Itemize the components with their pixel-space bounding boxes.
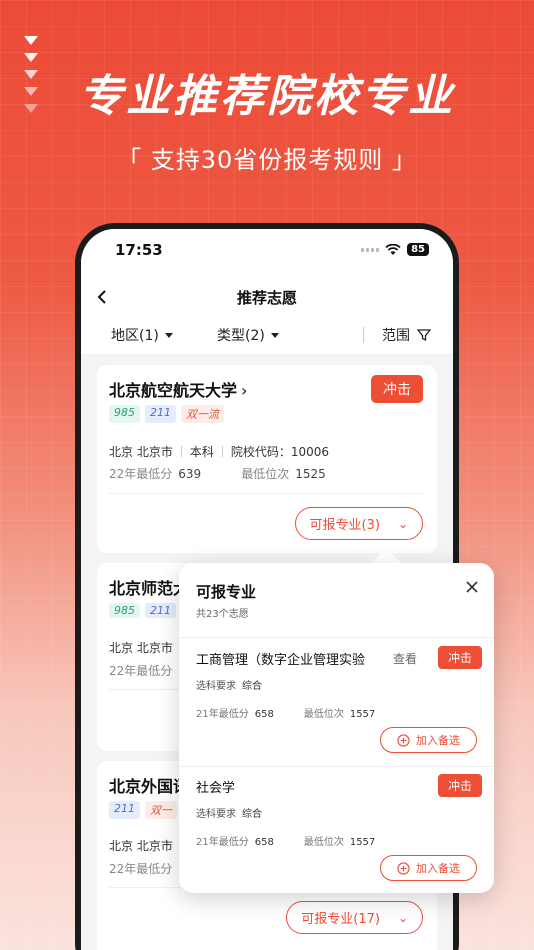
chevron-down-icon: ⌄ xyxy=(397,910,408,925)
page-title: 推荐志愿 xyxy=(236,289,297,307)
chevron-right-icon: › xyxy=(241,381,248,400)
university-name[interactable]: 北京航空航天大学 › xyxy=(109,377,247,401)
add-to-backup-button[interactable]: 加入备选 xyxy=(380,855,477,881)
university-scores: 22年最低分 xyxy=(109,862,173,876)
filter-range[interactable]: 范围 xyxy=(382,325,432,345)
university-scores: 22年最低分 xyxy=(109,664,173,678)
signal-icon xyxy=(361,247,380,252)
available-majors-button[interactable]: 可报专业(17) ⌄ xyxy=(286,901,423,934)
chevron-down-icon: ⌄ xyxy=(397,516,408,531)
major-name[interactable]: 工商管理（数字企业管理实验 xyxy=(196,649,376,668)
view-link[interactable]: 查看 xyxy=(393,650,417,667)
tag-list: 985 211 xyxy=(109,603,176,618)
filter-region[interactable]: 地区(1) xyxy=(111,325,173,345)
tag-double-first-class: 双一 xyxy=(145,801,177,819)
filter-bar: 地区(1) 类型(2) 范围 xyxy=(81,321,453,355)
university-info: 北京 北京市 xyxy=(109,839,173,853)
caret-down-icon xyxy=(270,332,279,338)
majors-popup: 可报专业 共23个志愿 工商管理（数字企业管理实验 查看 冲击 选科要求 综合 2… xyxy=(179,563,494,893)
wifi-icon xyxy=(385,243,401,255)
tag-211: 211 xyxy=(109,801,140,819)
tag-211: 211 xyxy=(145,405,176,423)
major-name[interactable]: 社会学 xyxy=(196,777,376,796)
rush-badge[interactable]: 冲击 xyxy=(437,646,482,669)
popup-subtitle: 共23个志愿 xyxy=(196,609,249,620)
status-icons: 85 xyxy=(361,243,429,256)
status-bar: 17:53 85 xyxy=(81,229,453,279)
caret-down-icon xyxy=(164,332,173,338)
nav-bar: 推荐志愿 xyxy=(81,279,453,321)
filter-type-label: 类型(2) xyxy=(217,328,265,344)
filter-region-label: 地区(1) xyxy=(111,328,159,344)
filter-range-label: 范围 xyxy=(382,328,410,344)
promo-subline: 「 支持30省份报考规则 」 xyxy=(117,146,417,174)
subject-requirement: 选科要求 综合 xyxy=(196,681,262,692)
major-scores: 21年最低分 658 最低位次 1557 xyxy=(196,837,376,848)
university-info: 北京 北京市 本科 院校代码：10006 xyxy=(109,445,330,459)
popup-divider xyxy=(179,766,494,767)
rush-badge[interactable]: 冲击 xyxy=(371,375,423,403)
popup-title: 可报专业 xyxy=(196,583,257,601)
plus-circle-icon xyxy=(397,733,410,747)
subject-requirement: 选科要求 综合 xyxy=(196,809,262,820)
university-info: 北京 北京市 xyxy=(109,641,173,655)
status-time: 17:53 xyxy=(115,241,163,259)
popup-pointer xyxy=(370,548,402,564)
funnel-icon xyxy=(416,329,432,342)
university-name[interactable]: 北京师范大 xyxy=(109,575,189,599)
tag-985: 985 xyxy=(109,603,140,618)
card-divider xyxy=(109,493,425,494)
battery-icon: 85 xyxy=(407,243,429,256)
tag-211: 211 xyxy=(145,603,176,618)
add-to-backup-button[interactable]: 加入备选 xyxy=(380,727,477,753)
tag-list: 211 双一 xyxy=(109,801,177,819)
university-card[interactable]: 北京航空航天大学 › 冲击 985 211 双一流 北京 北京市 本科 院校代码：… xyxy=(97,365,437,553)
university-name[interactable]: 北京外国语 xyxy=(109,773,189,797)
popup-divider xyxy=(179,637,494,638)
major-scores: 21年最低分 658 最低位次 1557 xyxy=(196,709,376,720)
arrow-icon xyxy=(24,36,38,45)
filter-type[interactable]: 类型(2) xyxy=(217,325,279,345)
filter-divider xyxy=(363,327,364,343)
close-icon[interactable] xyxy=(464,579,480,595)
promo-headline: 专业推荐院校专业 xyxy=(79,71,455,122)
tag-985: 985 xyxy=(109,405,140,423)
university-scores: 22年最低分 639 最低位次 1525 xyxy=(109,467,326,481)
plus-circle-icon xyxy=(397,861,410,875)
rush-badge[interactable]: 冲击 xyxy=(437,774,482,797)
tag-list: 985 211 双一流 xyxy=(109,405,224,423)
tag-double-first-class: 双一流 xyxy=(181,405,224,423)
available-majors-button[interactable]: 可报专业(3) ⌄ xyxy=(294,507,423,540)
